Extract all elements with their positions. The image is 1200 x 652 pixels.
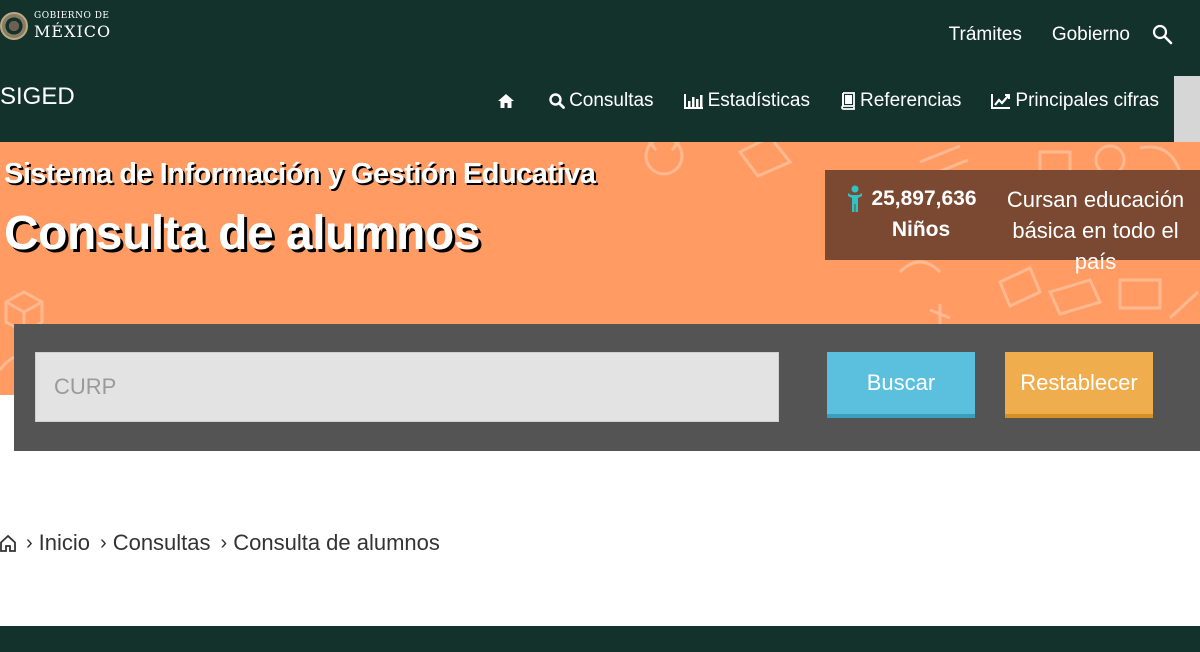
nav-consultas-label: Consultas <box>569 90 654 111</box>
breadcrumb-consultas[interactable]: Consultas <box>113 530 211 556</box>
logo-line-2: MÉXICO <box>34 22 112 41</box>
nav-home[interactable] <box>497 92 519 110</box>
page-title: Consulta de alumnos <box>4 207 480 260</box>
breadcrumb-separator: › <box>26 531 33 554</box>
home-icon <box>498 94 515 108</box>
national-seal-icon <box>0 12 28 40</box>
stat-unit: Niños <box>891 218 951 241</box>
breadcrumb-inicio[interactable]: Inicio <box>39 530 90 556</box>
stat-box: 25,897,636 Niños Cursan educación básica… <box>825 170 1200 274</box>
search-icon[interactable] <box>1152 24 1174 46</box>
stat-number: 25,897,636 <box>871 187 977 210</box>
link-tramites[interactable]: Trámites <box>949 24 1022 46</box>
nav-items: Consultas Estadísticas Referencias Princ… <box>467 90 1159 112</box>
breadcrumb: › Inicio › Consultas › Consulta de alumn… <box>0 530 440 556</box>
footer <box>0 626 1200 652</box>
nav-principales-cifras[interactable]: Principales cifras <box>991 90 1159 112</box>
top-links: Trámites Gobierno <box>919 24 1174 46</box>
buscar-button[interactable]: Buscar <box>827 352 975 418</box>
child-icon <box>848 185 863 212</box>
breadcrumb-separator: › <box>220 531 228 554</box>
curp-input[interactable] <box>35 352 779 422</box>
stat-description: Cursan educación básica en todo el país <box>1006 187 1185 274</box>
top-header: GOBIERNO DE MÉXICO Trámites Gobierno <box>0 0 1200 76</box>
nav-scrollbar[interactable] <box>1174 76 1200 142</box>
home-icon[interactable] <box>0 534 16 552</box>
nav-principales-cifras-label: Principales cifras <box>1015 90 1159 111</box>
book-icon <box>841 92 855 110</box>
nav-estadisticas[interactable]: Estadísticas <box>683 90 810 112</box>
search-panel: Buscar Restablecer <box>14 324 1200 451</box>
breadcrumb-current: Consulta de alumnos <box>233 530 440 555</box>
nav-referencias[interactable]: Referencias <box>840 90 961 112</box>
nav-referencias-label: Referencias <box>860 90 962 111</box>
hero-subtitle: Sistema de Información y Gestión Educati… <box>4 158 596 190</box>
bar-chart-icon <box>683 94 703 109</box>
link-gobierno[interactable]: Gobierno <box>1052 24 1130 46</box>
logo-line-1: GOBIERNO DE <box>34 11 110 21</box>
nav-estadisticas-label: Estadísticas <box>707 90 810 111</box>
main-navbar: SIGED Consultas Estadísticas Referencias… <box>0 76 1200 142</box>
restablecer-button[interactable]: Restablecer <box>1005 352 1153 418</box>
line-chart-icon <box>991 94 1011 109</box>
search-icon <box>549 93 565 109</box>
nav-consultas[interactable]: Consultas <box>549 90 654 112</box>
siged-brand[interactable]: SIGED <box>0 83 75 111</box>
gobierno-mexico-logo[interactable]: GOBIERNO DE MÉXICO <box>0 12 111 40</box>
breadcrumb-separator: › <box>100 531 107 554</box>
